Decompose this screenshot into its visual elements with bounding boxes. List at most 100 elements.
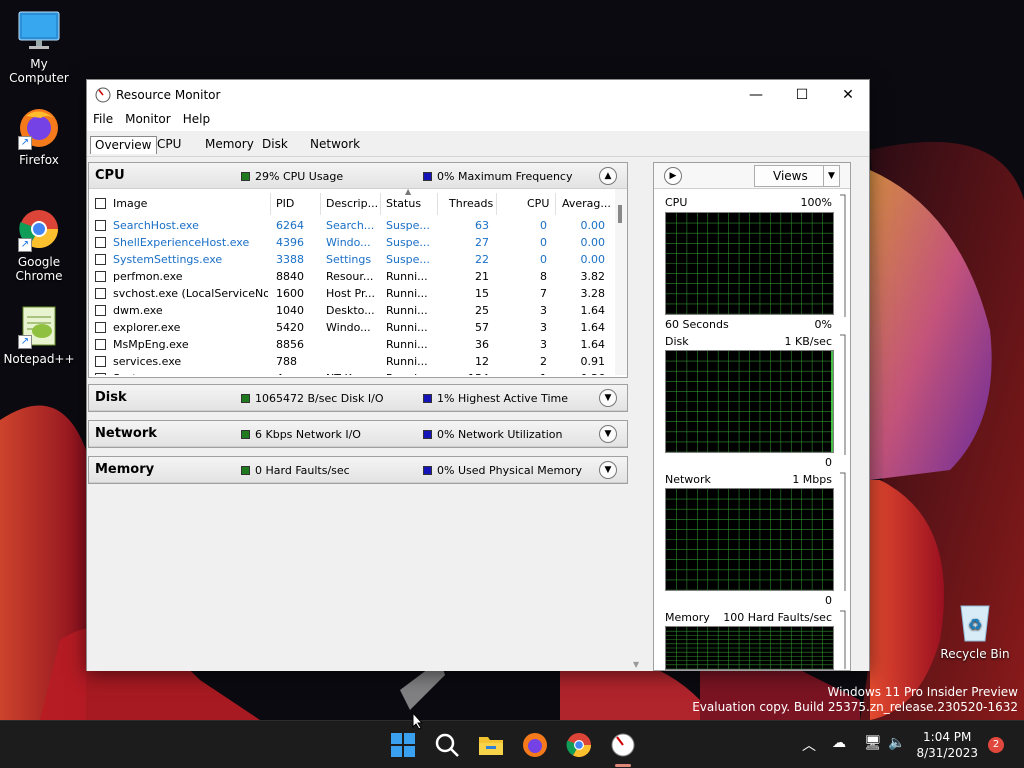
watermark-line: Windows 11 Pro Insider Preview — [827, 685, 1018, 699]
left-pane-scrollbar[interactable]: ▼ — [632, 157, 644, 671]
cpu-table-scrollbar[interactable] — [615, 189, 627, 375]
firefox-taskbar-icon[interactable] — [520, 730, 550, 760]
chevron-up-icon[interactable]: ︿ — [802, 735, 816, 755]
tab-memory[interactable]: Memory — [201, 136, 258, 154]
search-icon[interactable] — [432, 730, 462, 760]
table-row[interactable]: services.exe 788 Runni... 12 2 0.91 — [89, 353, 617, 370]
network-utilization-stat: 0% Network Utilization — [423, 428, 563, 441]
stat-text: 29% CPU Usage — [255, 170, 344, 183]
title-bar[interactable]: Resource Monitor — ☐ ✕ — [87, 80, 869, 110]
table-row[interactable]: explorer.exe 5420 Windo... Runni... 57 3 1.64 — [89, 319, 617, 336]
select-all-checkbox[interactable] — [95, 198, 106, 209]
row-checkbox[interactable] — [95, 288, 106, 299]
dropdown-arrow-icon: ▼ — [823, 166, 839, 186]
stat-text: 1% Highest Active Time — [437, 392, 568, 405]
cell-desc: Search... — [326, 219, 375, 232]
clock[interactable]: 1:04 PM 8/31/2023 — [916, 729, 978, 761]
table-row[interactable]: System 4 NT Ker... Runni... 154 1 0.36 — [89, 370, 617, 375]
expand-chevron-down-icon[interactable]: ▼ — [599, 389, 617, 407]
section-title: CPU — [95, 168, 125, 183]
menu-monitor[interactable]: Monitor — [125, 110, 177, 131]
stat-text: 6 Kbps Network I/O — [255, 428, 361, 441]
memory-section-header[interactable]: Memory 0 Hard Faults/sec 0% Used Physica… — [89, 457, 627, 483]
column-header-image[interactable]: Image — [113, 197, 147, 210]
disk-graph-max: 1 KB/sec — [784, 335, 832, 348]
onedrive-offline-icon[interactable]: ☁ — [832, 735, 846, 751]
cell-cpu: 1 — [499, 372, 547, 375]
tab-cpu[interactable]: CPU — [153, 136, 185, 154]
table-row[interactable]: ShellExperienceHost.exe 4396 Windo... Suspe… — [89, 234, 617, 251]
tab-overview[interactable]: Overview — [90, 136, 157, 154]
row-checkbox[interactable] — [95, 254, 106, 265]
row-checkbox[interactable] — [95, 373, 106, 375]
column-header-status[interactable]: Status — [386, 197, 421, 210]
cell-status: Runni... — [386, 372, 434, 375]
blue-indicator-icon — [423, 466, 432, 475]
row-checkbox[interactable] — [95, 322, 106, 333]
table-row[interactable]: SearchHost.exe 6264 Search... Suspe... 63 0 0.… — [89, 217, 617, 234]
column-header-description[interactable]: Descrip... — [326, 197, 378, 210]
row-checkbox[interactable] — [95, 356, 106, 367]
table-row[interactable]: perfmon.exe 8840 Resour... Runni... 21 8 3.82 — [89, 268, 617, 285]
column-separator — [270, 193, 271, 215]
tab-network[interactable]: Network — [306, 136, 364, 154]
table-row[interactable]: svchost.exe (LocalServiceNo... 1600 Host P… — [89, 285, 617, 302]
expand-chevron-down-icon[interactable]: ▼ — [599, 461, 617, 479]
cpu-section-header[interactable]: CPU 29% CPU Usage 0% Maximum Frequency ▲ — [89, 163, 627, 189]
network-graph-min: 0 — [825, 594, 832, 607]
row-checkbox[interactable] — [95, 305, 106, 316]
cell-avg: 0.00 — [580, 236, 606, 249]
desktop-icon-my-computer[interactable]: My Computer — [0, 8, 78, 85]
start-windows-icon[interactable] — [388, 730, 418, 760]
desktop-icon-firefox[interactable]: ↗ Firefox — [0, 104, 78, 167]
desktop-icon-recycle-bin[interactable]: ♻ Recycle Bin — [936, 598, 1014, 661]
resource-monitor-taskbar-icon[interactable] — [608, 730, 638, 760]
scroll-down-arrow-icon[interactable]: ▼ — [633, 660, 639, 669]
minimize-button[interactable]: — — [733, 80, 779, 110]
disk-section-header[interactable]: Disk 1065472 B/sec Disk I/O 1% Highest A… — [89, 385, 627, 411]
overview-content: CPU 29% CPU Usage 0% Maximum Frequency ▲… — [87, 157, 869, 671]
close-button[interactable]: ✕ — [825, 80, 871, 110]
disk-io-stat: 1065472 B/sec Disk I/O — [241, 392, 384, 405]
cell-pid: 5420 — [276, 321, 304, 334]
column-header-average[interactable]: Averag... — [562, 197, 611, 210]
desktop-icon-notepadpp[interactable]: ↗ Notepad++ — [0, 303, 78, 366]
max-frequency-stat: 0% Maximum Frequency — [423, 170, 572, 183]
graphs-scrollbar[interactable] — [840, 191, 848, 669]
cell-avg: 0.00 — [580, 253, 606, 266]
volume-icon[interactable]: 🔈 — [888, 735, 905, 751]
cell-cpu: 2 — [540, 355, 547, 368]
cell-status: Runni... — [386, 321, 428, 334]
collapse-chevron-up-icon[interactable]: ▲ — [599, 167, 617, 185]
column-header-cpu[interactable]: CPU — [527, 197, 549, 210]
menu-help[interactable]: Help — [183, 110, 216, 131]
menu-file[interactable]: File — [93, 110, 119, 131]
maximize-button[interactable]: ☐ — [779, 80, 825, 110]
chevron-right-icon[interactable]: ▶ — [664, 167, 682, 185]
row-checkbox[interactable] — [95, 339, 106, 350]
cell-avg: 0.00 — [580, 219, 606, 232]
network-section-header[interactable]: Network 6 Kbps Network I/O 0% Network Ut… — [89, 421, 627, 447]
notification-badge[interactable]: 2 — [988, 737, 1004, 753]
desktop-icon-chrome[interactable]: ↗ Google Chrome — [0, 206, 78, 283]
desktop-icon-label: Recycle Bin — [940, 647, 1010, 661]
table-row[interactable]: SystemSettings.exe 3388 Settings Suspe... 22… — [89, 251, 617, 268]
column-header-threads[interactable]: Threads — [449, 197, 493, 210]
cpu-graph-min: 0% — [814, 318, 832, 331]
tab-disk[interactable]: Disk — [258, 136, 292, 154]
stat-text: 0% Network Utilization — [437, 428, 563, 441]
stat-text: 1065472 B/sec Disk I/O — [255, 392, 384, 405]
views-dropdown[interactable]: Views ▼ — [754, 165, 840, 187]
chrome-taskbar-icon[interactable] — [564, 730, 594, 760]
table-row[interactable]: dwm.exe 1040 Deskto... Runni... 25 3 1.64 — [89, 302, 617, 319]
scroll-thumb[interactable] — [618, 205, 622, 223]
table-row[interactable]: MsMpEng.exe 8856 Runni... 36 3 1.64 — [89, 336, 617, 353]
row-checkbox[interactable] — [95, 237, 106, 248]
expand-chevron-down-icon[interactable]: ▼ — [599, 425, 617, 443]
network-section: Network 6 Kbps Network I/O 0% Network Ut… — [88, 420, 628, 448]
network-icon[interactable]: 🖥 — [864, 735, 882, 751]
row-checkbox[interactable] — [95, 220, 106, 231]
file-explorer-icon[interactable] — [476, 730, 506, 760]
row-checkbox[interactable] — [95, 271, 106, 282]
column-header-pid[interactable]: PID — [276, 197, 294, 210]
